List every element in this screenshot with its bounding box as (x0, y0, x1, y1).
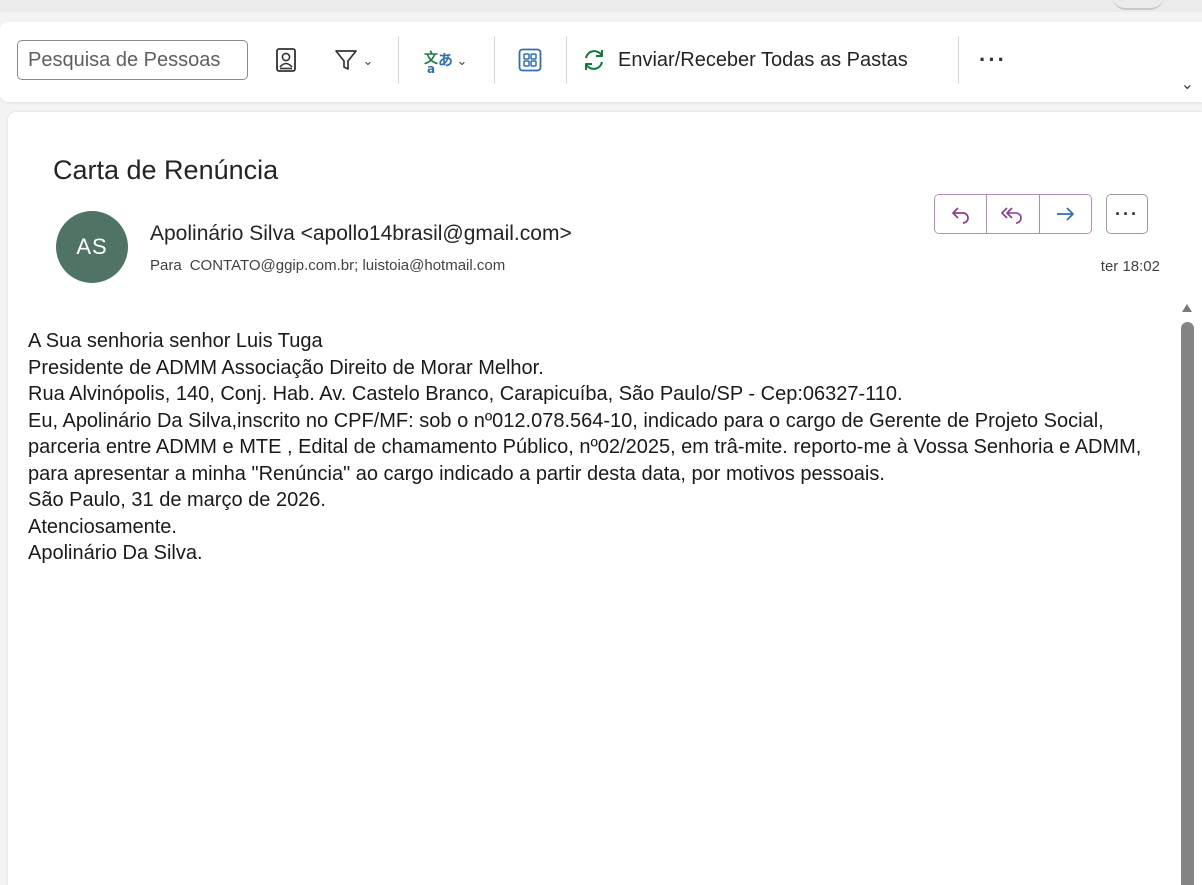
svg-text:あ: あ (438, 51, 453, 69)
people-search-input[interactable] (17, 40, 248, 80)
forward-icon (1057, 207, 1075, 221)
body-line: Rua Alvinópolis, 140, Conj. Hab. Av. Cas… (28, 383, 903, 405)
filter-button[interactable]: ⌄ (322, 38, 384, 82)
filter-icon (334, 50, 357, 70)
reply-all-icon (1001, 207, 1022, 224)
window-top-strip (0, 0, 1202, 12)
toolbar-divider (398, 36, 399, 84)
svg-text:a: a (427, 62, 435, 74)
sender-name[interactable]: Apolinário Silva <apollo14brasil@gmail.c… (150, 222, 572, 246)
toolbar-divider (566, 36, 567, 84)
apps-button[interactable] (506, 38, 554, 82)
more-icon: ··· (979, 47, 1007, 72)
body-line: A Sua senhoria senhor Luis Tuga (28, 330, 323, 352)
recipients-list[interactable]: CONTATO@ggip.com.br; luistoia@hotmail.co… (190, 257, 506, 274)
message-body: A Sua senhoria senhor Luis Tuga Presiden… (28, 328, 1163, 567)
send-receive-all-button[interactable]: Enviar/Receber Todas as Pastas (580, 38, 950, 82)
vertical-scrollbar[interactable] (1181, 322, 1194, 885)
reply-all-button[interactable] (986, 195, 1039, 233)
sync-icon (585, 50, 603, 70)
translate-button[interactable]: 文 a あ ⌄ (410, 38, 480, 82)
window-control-edge (1112, 0, 1164, 10)
contact-card-icon (276, 48, 296, 72)
recipients-line: Para CONTATO@ggip.com.br; luistoia@hotmai… (150, 257, 505, 274)
send-receive-label: Enviar/Receber Todas as Pastas (618, 48, 908, 71)
body-line: Atenciosamente. (28, 515, 177, 538)
reply-button[interactable] (935, 195, 987, 233)
toolbar-more-button[interactable]: ··· (968, 38, 1018, 82)
message-time: ter 18:02 (1100, 258, 1160, 275)
message-more-button[interactable]: ··· (1106, 194, 1148, 234)
chevron-down-icon: ⌄ (362, 53, 374, 68)
to-label: Para (150, 257, 182, 274)
message-actions-group (934, 194, 1092, 234)
message-subject: Carta de Renúncia (53, 155, 279, 185)
sender-avatar[interactable]: AS (56, 211, 128, 283)
reading-pane: Carta de Renúncia AS Apolinário Silva <a… (8, 112, 1202, 885)
toolbar-ribbon: ⌄ 文 a あ ⌄ Enviar/Receber Todas as Pastas (0, 22, 1202, 102)
translate-icon: 文 a あ (424, 50, 453, 74)
body-paragraph: Eu, Apolinário Da Silva,inscrito no CPF/… (28, 409, 1142, 485)
more-icon: ··· (1115, 203, 1139, 224)
toolbar-divider (958, 36, 959, 84)
ribbon-collapse-chevron-icon[interactable]: ⌄ (1181, 74, 1194, 94)
reply-icon (951, 207, 969, 224)
chevron-down-icon: ⌄ (456, 53, 468, 68)
body-line: São Paulo, 31 de março de 2026. (28, 489, 326, 511)
toolbar-divider (494, 36, 495, 84)
address-book-button[interactable] (262, 38, 310, 82)
body-line: Presidente de ADMM Associação Direito de… (28, 356, 544, 379)
body-line: Apolinário Da Silva. (28, 542, 203, 564)
scroll-up-arrow-icon[interactable] (1182, 304, 1192, 312)
apps-grid-icon (518, 48, 542, 72)
forward-button[interactable] (1038, 195, 1091, 233)
avatar-initials: AS (76, 234, 108, 259)
